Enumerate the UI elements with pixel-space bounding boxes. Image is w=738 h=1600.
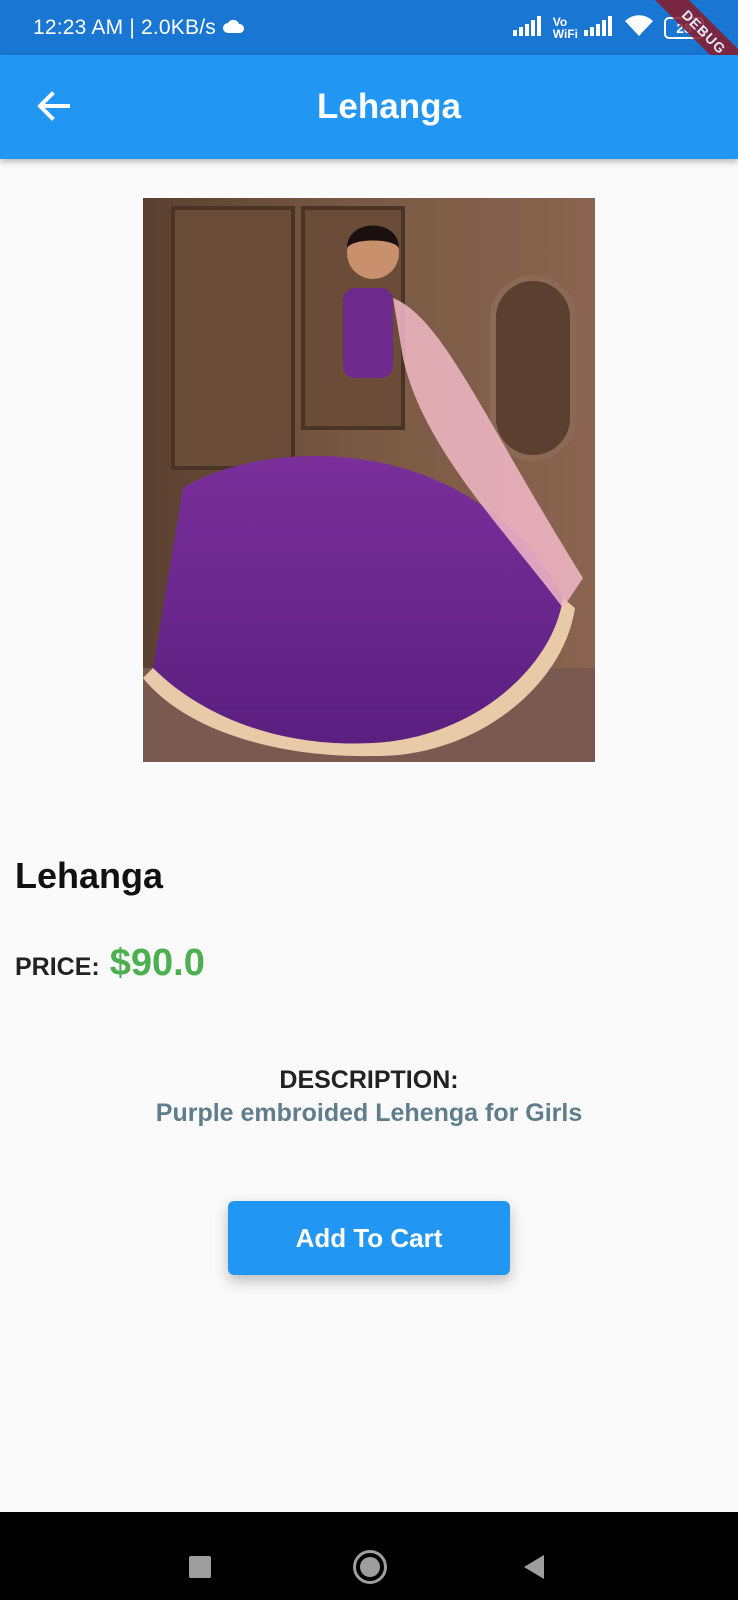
wifi-icon [624, 15, 654, 40]
cloud-icon [222, 16, 246, 40]
vowifi-bottom: WiFi [552, 26, 578, 41]
signal-icon-2 [584, 16, 618, 39]
app-bar: Lehanga [0, 55, 738, 159]
status-separator: | [129, 15, 135, 39]
product-name: Lehanga [15, 855, 164, 896]
description-text: Purple embroided Lehenga for Girls [155, 1099, 583, 1127]
back-button[interactable] [30, 83, 76, 129]
vowifi-top: Vo [552, 14, 568, 29]
vowifi-icon: Vo WiFi [553, 16, 578, 40]
product-image [143, 198, 595, 762]
status-left: 12:23 AM | 2.0KB/s [33, 16, 246, 40]
price-row: PRICE: $90.0 [15, 942, 205, 985]
recents-icon[interactable] [189, 1556, 211, 1578]
status-time: 12:23 AM [33, 15, 124, 39]
description-label: DESCRIPTION: [279, 1066, 459, 1094]
arrow-left-icon [37, 91, 70, 121]
add-to-cart-button[interactable]: Add To Cart [228, 1201, 510, 1275]
back-triangle-icon[interactable] [524, 1555, 544, 1579]
price-value: $90.0 [109, 942, 205, 984]
system-nav-bar [0, 1512, 738, 1600]
description-block: DESCRIPTION: Purple embroided Lehenga fo… [0, 1066, 738, 1128]
home-icon[interactable] [353, 1550, 387, 1584]
signal-icon [512, 16, 547, 39]
price-label: PRICE: [15, 953, 100, 981]
status-net-speed: 2.0KB/s [140, 15, 216, 39]
page-title: Lehanga [317, 87, 461, 126]
status-bar: 12:23 AM | 2.0KB/s Vo WiFi 28 [0, 0, 738, 55]
